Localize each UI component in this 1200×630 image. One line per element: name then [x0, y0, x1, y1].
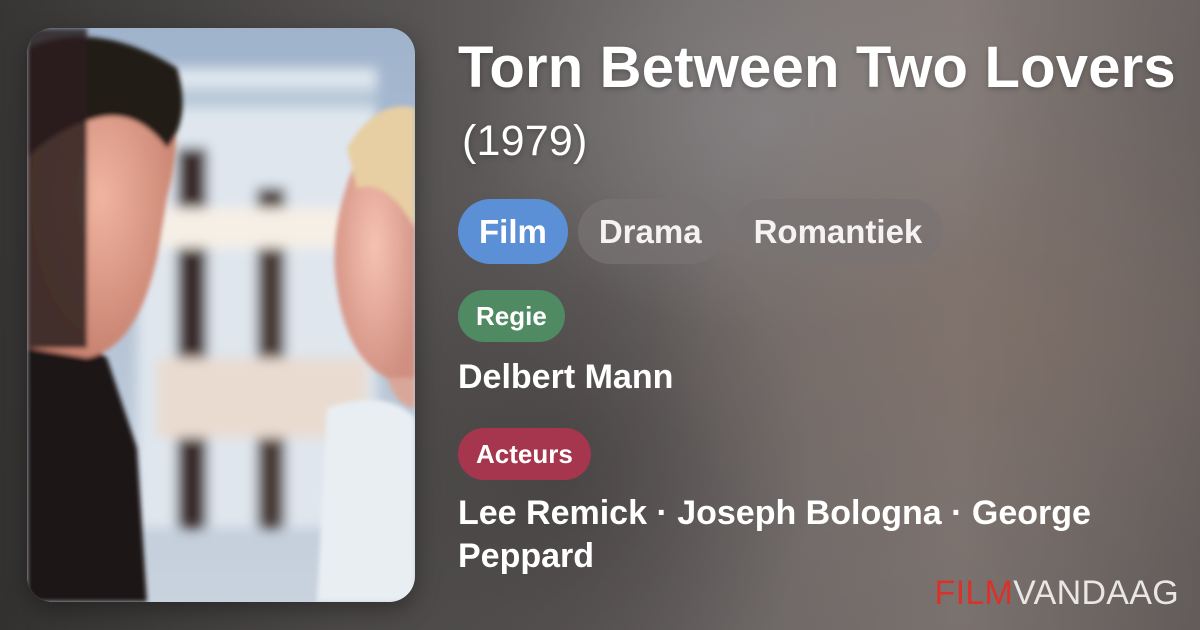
director-section: Regie Delbert Mann: [458, 289, 1178, 399]
actors-list[interactable]: Lee Remick · Joseph Bologna · George Pep…: [458, 492, 1178, 577]
tag-drama[interactable]: Drama: [577, 198, 723, 264]
movie-title: Torn Between Two Lovers (1979): [458, 34, 1178, 170]
tag-film[interactable]: Film: [458, 198, 568, 264]
logo-vandaag-text: VANDAAG: [1013, 574, 1179, 612]
poster-image: [27, 28, 415, 602]
logo-film-text: FILM: [934, 574, 1014, 612]
movie-poster[interactable]: [27, 28, 415, 602]
genre-tags: Film Drama Romantiek: [458, 198, 1178, 264]
movie-title-text: Torn Between Two Lovers: [458, 35, 1176, 100]
tag-romantiek[interactable]: Romantiek: [732, 198, 944, 264]
filmvandaag-logo[interactable]: FILMVANDAAG: [935, 574, 1180, 613]
director-name[interactable]: Delbert Mann: [458, 356, 1178, 399]
movie-details: Torn Between Two Lovers (1979) Film Dram…: [458, 34, 1178, 577]
actors-section: Acteurs Lee Remick · Joseph Bologna · Ge…: [458, 428, 1178, 577]
director-badge: Regie: [458, 289, 565, 342]
actors-badge: Acteurs: [458, 428, 591, 481]
movie-year: (1979): [462, 116, 588, 165]
